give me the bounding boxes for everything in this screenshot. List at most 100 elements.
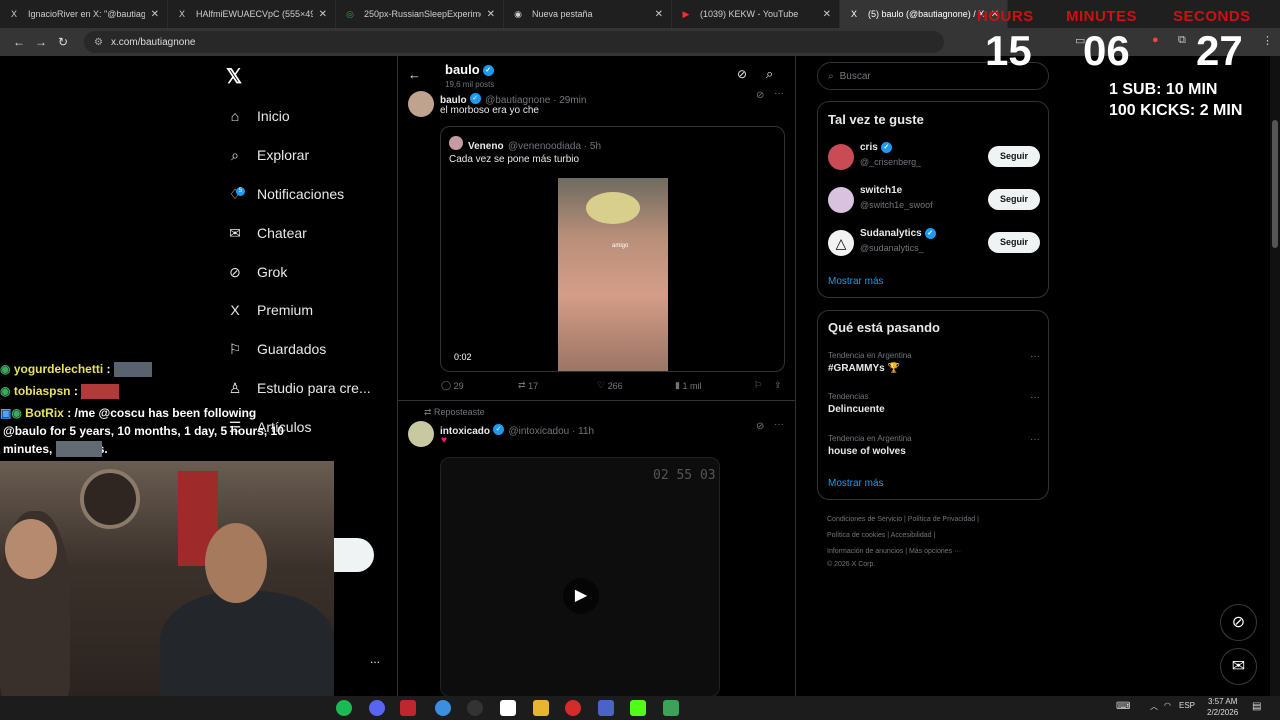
chat-badge-icon: ◉	[0, 362, 11, 376]
follow-button[interactable]: Seguir	[988, 189, 1040, 210]
views-button[interactable]: ▮ 1 mil	[675, 380, 701, 391]
close-tab-icon[interactable]: ✕	[319, 9, 327, 20]
reply-button[interactable]: ◯ 29	[441, 380, 464, 391]
scrollbar[interactable]	[1270, 56, 1280, 696]
trend-item[interactable]: Tendencias Delincuente ···	[828, 392, 1040, 415]
scrollbar-thumb[interactable]	[1272, 120, 1278, 248]
back-arrow-icon[interactable]: ←	[408, 67, 421, 82]
post-button[interactable]	[333, 538, 374, 572]
folder-icon[interactable]	[533, 700, 549, 716]
back-arrow-icon[interactable]: ←	[8, 35, 30, 49]
grok-fab-button[interactable]: ⊘	[1220, 604, 1257, 641]
play-icon[interactable]: ▶	[563, 578, 599, 614]
chrome-icon[interactable]	[435, 700, 451, 716]
nav-label: Notificaciones	[257, 186, 345, 202]
avatar[interactable]	[449, 136, 463, 150]
extension-icon[interactable]: ●	[1152, 34, 1159, 46]
browser-tab[interactable]: ▶ (1039) KEKW - YouTube ✕	[672, 0, 840, 28]
discord-icon[interactable]	[369, 700, 385, 716]
video-player[interactable]: amigo	[558, 178, 668, 371]
more-dots-icon[interactable]: ···	[1030, 392, 1040, 403]
more-dots-icon[interactable]: ···	[1030, 434, 1040, 445]
browser-tab[interactable]: X HAlfmiEWUAECVpC (555×496) ✕	[168, 0, 336, 28]
search-icon: ⌕	[828, 70, 834, 82]
suggestion-item[interactable]: △ Sudanalytics ✓ @sudanalytics_ Seguir	[828, 228, 1040, 258]
video-player[interactable]: 02 55 03 ▶	[440, 457, 720, 697]
notifications-icon[interactable]: ▤	[1252, 701, 1261, 712]
app-icon[interactable]	[663, 700, 679, 716]
trend-item[interactable]: Tendencia en Argentina #GRAMMYs 🏆 ···	[828, 351, 1040, 374]
footer-links[interactable]: Condiciones de Servicio | Política de Pr…	[827, 516, 979, 523]
close-tab-icon[interactable]: ✕	[487, 9, 495, 20]
hours-label: HOURS	[977, 8, 1034, 25]
lang-indicator[interactable]: ESP	[1179, 701, 1195, 710]
x-logo-icon[interactable]: 𝕏	[226, 64, 246, 88]
avatar[interactable]	[828, 144, 854, 170]
emote-image	[56, 441, 102, 457]
quoted-tweet[interactable]: Veneno @venenoodiada · 5h Cada vez se po…	[440, 126, 785, 372]
search-icon[interactable]: ⌕	[766, 66, 773, 82]
footer-links[interactable]: Información de anuncios | Más opciones ·…	[827, 548, 961, 555]
browser-tab[interactable]: ◉ Nueva pestaña ✕	[504, 0, 672, 28]
nav-item-guardados[interactable]: ⚐ Guardados	[226, 334, 327, 364]
seconds-label: SECONDS	[1173, 8, 1251, 25]
post-count: 19,6 mil posts	[445, 80, 495, 89]
nav-item-grok[interactable]: ⊘ Grok	[226, 257, 287, 287]
repost-button[interactable]: ⇄ 17	[518, 380, 538, 391]
nav-item-inicio[interactable]: ⌂ Inicio	[226, 101, 290, 131]
nav-item-notificaciones[interactable]: ♢ 5 Notificaciones	[226, 179, 344, 209]
suggestion-item[interactable]: cris ✓ @_crisenberg_ Seguir	[828, 142, 1040, 172]
sudanalytics-logo-icon[interactable]: △	[828, 230, 854, 256]
show-more-link[interactable]: Mostrar más	[828, 276, 884, 287]
reload-icon[interactable]: ↻	[52, 35, 74, 49]
tray-chevron-icon[interactable]: ︿	[1150, 701, 1158, 712]
nav-label: Inicio	[257, 108, 290, 124]
suggestion-item[interactable]: switch1e @switch1e_swoof Seguir	[828, 185, 1040, 215]
avatar[interactable]	[408, 91, 434, 117]
clock-date[interactable]: 2/2/2026	[1207, 708, 1238, 717]
grok-icon[interactable]: ⊘	[756, 90, 764, 101]
keyboard-icon[interactable]: ⌨	[1116, 701, 1130, 712]
bookmark-button[interactable]: ⚐	[754, 380, 762, 391]
opera-icon[interactable]	[565, 700, 581, 716]
menu-dots-icon[interactable]: ⋮	[1262, 34, 1273, 47]
like-button[interactable]: ♡ 266	[597, 380, 623, 391]
nav-item-estudio[interactable]: ♙ Estudio para cre...	[226, 373, 371, 403]
nav-item-explorar[interactable]: ⌕ Explorar	[226, 140, 309, 170]
more-dots-icon[interactable]: ...	[370, 652, 380, 666]
app-icon[interactable]	[598, 700, 614, 716]
app-icon[interactable]	[500, 700, 516, 716]
close-tab-icon[interactable]: ✕	[823, 9, 831, 20]
obs-icon[interactable]	[467, 700, 483, 716]
puzzle-icon[interactable]: ⧉	[1178, 34, 1186, 47]
close-tab-icon[interactable]: ✕	[655, 9, 663, 20]
browser-tab[interactable]: ◎ 250px-RussianSleepExperiment ✕	[336, 0, 504, 28]
browser-tab[interactable]: X IgnacioRiver en X: "@bautiagno ✕	[0, 0, 168, 28]
kick-icon[interactable]	[630, 700, 646, 716]
nav-item-premium[interactable]: X Premium	[226, 295, 313, 325]
more-dots-icon[interactable]: ···	[774, 88, 784, 99]
wifi-icon[interactable]: ◠	[1164, 701, 1171, 710]
messages-fab-button[interactable]: ✉	[1220, 648, 1257, 685]
more-dots-icon[interactable]: ···	[774, 419, 784, 430]
grok-icon[interactable]: ⊘	[737, 67, 747, 81]
address-bar[interactable]: ⚙ x.com/bautiagnone	[84, 31, 944, 53]
more-dots-icon[interactable]: ···	[1030, 351, 1040, 362]
avatar[interactable]	[408, 421, 434, 447]
nav-label: Premium	[257, 302, 314, 318]
nav-item-chatear[interactable]: ✉ Chatear	[226, 218, 307, 248]
grok-icon[interactable]: ⊘	[756, 421, 764, 432]
share-button[interactable]: ⇪	[774, 380, 782, 391]
show-more-link[interactable]: Mostrar más	[828, 478, 884, 489]
follow-button[interactable]: Seguir	[988, 232, 1040, 253]
follow-button[interactable]: Seguir	[988, 146, 1040, 167]
forward-arrow-icon[interactable]: →	[30, 35, 52, 49]
trend-item[interactable]: Tendencia en Argentina house of wolves ·…	[828, 434, 1040, 457]
close-tab-icon[interactable]: ✕	[151, 9, 159, 20]
spotify-icon[interactable]	[336, 700, 352, 716]
site-info-icon[interactable]: ⚙	[94, 37, 103, 48]
avatar[interactable]	[828, 187, 854, 213]
app-icon[interactable]	[400, 700, 416, 716]
clock-time[interactable]: 3:57 AM	[1208, 697, 1237, 706]
footer-links[interactable]: Política de cookies | Accesibilidad |	[827, 532, 935, 539]
